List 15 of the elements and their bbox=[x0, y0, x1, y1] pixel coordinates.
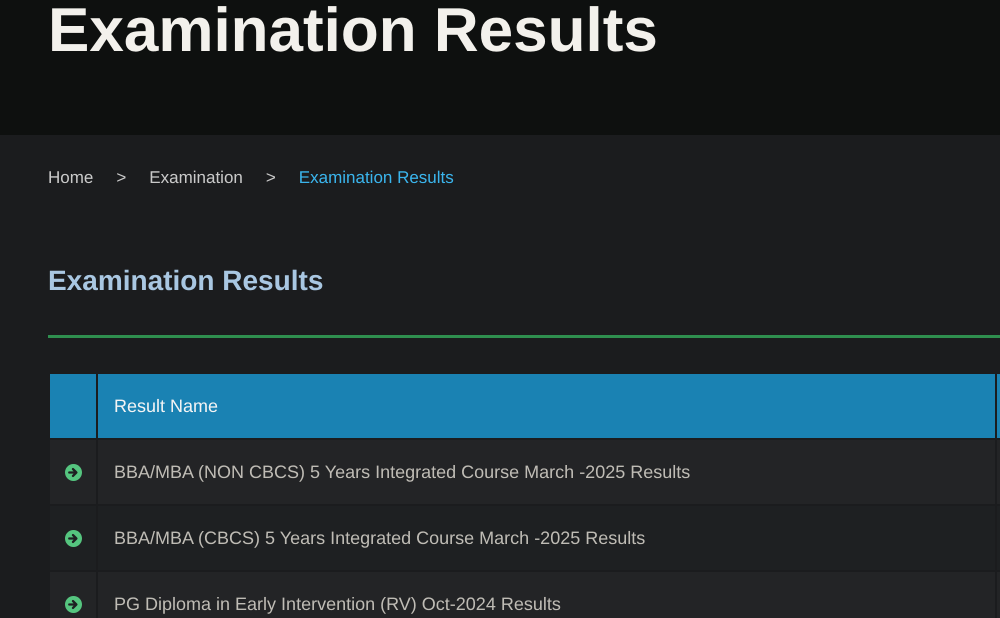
breadcrumb-separator: > bbox=[266, 168, 276, 188]
breadcrumb-link[interactable]: Home bbox=[48, 168, 94, 188]
breadcrumb-link[interactable]: Examination bbox=[149, 168, 243, 188]
section-heading: Examination Results bbox=[48, 265, 324, 297]
breadcrumb-separator: > bbox=[116, 168, 126, 188]
arrow-circle-icon bbox=[64, 596, 82, 612]
result-link[interactable]: PG Diploma in Early Intervention (RV) Oct-2024 Results bbox=[114, 594, 561, 614]
result-link[interactable]: BBA/MBA (CBCS) 5 Years Integrated Course March -2025 Results bbox=[114, 528, 646, 548]
breadcrumb-link[interactable]: Examination Results bbox=[298, 168, 454, 188]
arrow-circle-icon bbox=[64, 530, 82, 546]
column-header: Result Name bbox=[114, 396, 218, 416]
header-cell bbox=[50, 374, 96, 438]
result-link[interactable]: BBA/MBA (NON CBCS) 5 Years Integrated Course March -2025 Results bbox=[114, 462, 690, 482]
banner-title: Examination Results bbox=[48, 0, 658, 62]
arrow-circle-icon bbox=[64, 464, 82, 480]
